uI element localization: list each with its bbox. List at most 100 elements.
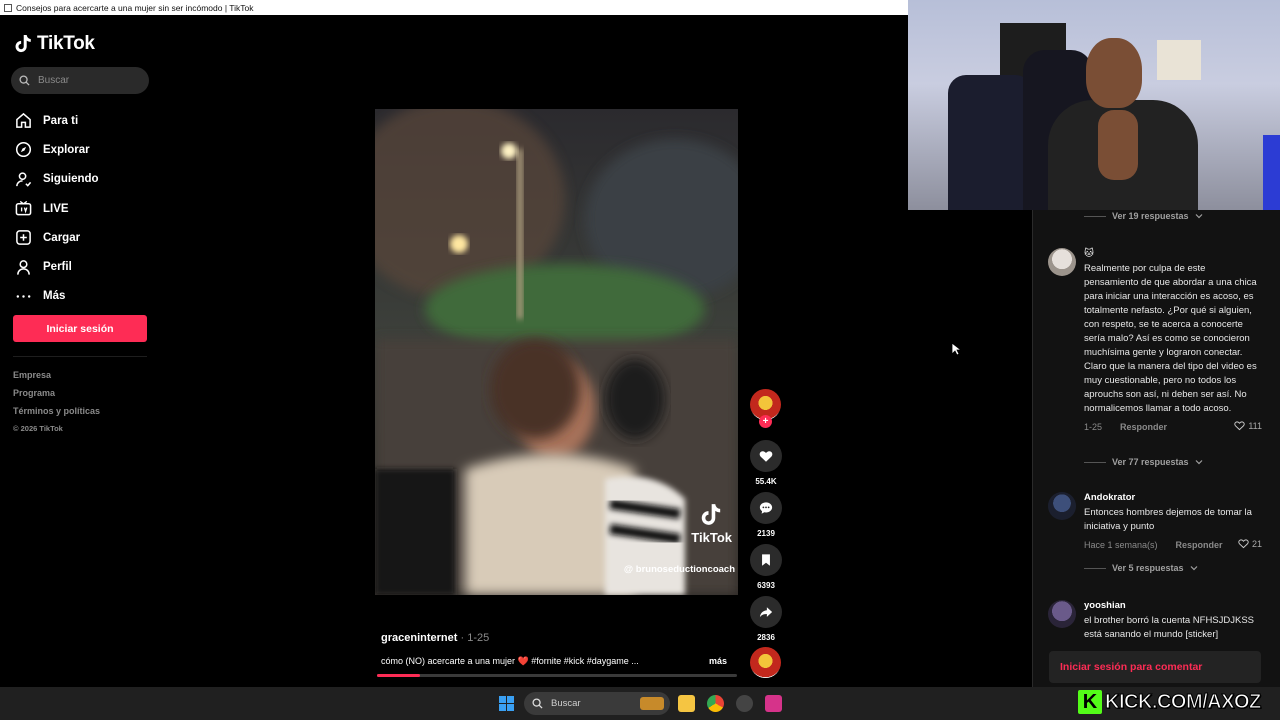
sidebar: TikTok Buscar Para ti Explorar Siguiendo… bbox=[0, 15, 160, 687]
commenter-name[interactable]: 🐱 bbox=[1084, 248, 1262, 259]
save-count: 6393 bbox=[757, 581, 775, 590]
app-icon[interactable] bbox=[765, 695, 782, 712]
comment-button[interactable] bbox=[750, 492, 782, 524]
nav-item-explorar[interactable]: Explorar bbox=[15, 135, 99, 164]
share-action[interactable]: 2836 bbox=[750, 596, 782, 642]
comment-count: 2139 bbox=[757, 529, 775, 538]
music-disc-avatar[interactable] bbox=[750, 647, 781, 678]
chevron-down-icon bbox=[1195, 214, 1202, 219]
comment-like-button[interactable]: 21 bbox=[1238, 538, 1262, 549]
search-placeholder: Buscar bbox=[38, 75, 70, 86]
replies-line bbox=[1084, 461, 1106, 463]
video-player[interactable]: TikTok @ brunoseductioncoach bbox=[375, 109, 738, 595]
comment-meta: Hace 1 semana(s) Responder 21 bbox=[1084, 538, 1262, 552]
watermark-handle: @ brunoseductioncoach bbox=[623, 564, 735, 575]
heart-outline-icon bbox=[1234, 421, 1246, 431]
tiktok-note-icon bbox=[701, 504, 720, 525]
reply-button[interactable]: Responder bbox=[1120, 422, 1167, 432]
replies-line bbox=[1084, 215, 1106, 217]
search-highlight-image bbox=[640, 697, 664, 710]
home-icon bbox=[16, 113, 31, 129]
tiktok-note-icon bbox=[15, 35, 31, 53]
comment-item: Andokrator Entonces hombres dejemos de t… bbox=[1048, 492, 1262, 554]
footer-link-empresa[interactable]: Empresa bbox=[13, 370, 100, 388]
nav-item-para-ti[interactable]: Para ti bbox=[15, 106, 99, 135]
login-to-comment-button[interactable]: Iniciar sesión para comentar bbox=[1049, 651, 1261, 683]
replies-label: Ver 77 respuestas bbox=[1112, 457, 1189, 467]
profile-icon bbox=[17, 259, 30, 275]
reply-button[interactable]: Responder bbox=[1176, 540, 1223, 550]
tiktok-logo[interactable]: TikTok bbox=[15, 33, 95, 55]
heart-icon bbox=[759, 451, 773, 462]
login-button[interactable]: Iniciar sesión bbox=[13, 315, 147, 342]
heart-outline-icon bbox=[1238, 539, 1249, 549]
nav-item-perfil[interactable]: Perfil bbox=[15, 252, 99, 281]
comment-bubble-icon bbox=[759, 502, 773, 514]
kick-channel-overlay: K KICK.COM/AXOZ bbox=[1078, 689, 1274, 715]
search-input[interactable]: Buscar bbox=[11, 67, 149, 94]
view-replies-button[interactable]: Ver 5 respuestas bbox=[1084, 563, 1198, 573]
bookmark-icon bbox=[762, 554, 770, 566]
search-icon bbox=[532, 698, 543, 709]
follow-button[interactable]: + bbox=[759, 415, 772, 428]
comment-like-count: 21 bbox=[1251, 538, 1262, 549]
nav-label: Siguiendo bbox=[43, 173, 99, 186]
webcam-overlay bbox=[908, 0, 1280, 210]
chevron-down-icon bbox=[1190, 566, 1197, 571]
video-description: cómo (NO) acercarte a una mujer ❤️ #forn… bbox=[381, 656, 639, 666]
commenter-avatar[interactable] bbox=[1048, 492, 1076, 520]
commenter-avatar[interactable] bbox=[1048, 248, 1076, 276]
comment-item: 🐱 Realmente por culpa de este pensamient… bbox=[1048, 248, 1262, 448]
nav-label: Más bbox=[43, 290, 66, 303]
comment-body: yooshian el brother borró la cuenta NFHS… bbox=[1084, 600, 1262, 642]
video-author[interactable]: graceninternet · 1-25 bbox=[381, 632, 489, 644]
comment-action[interactable]: 2139 bbox=[750, 492, 782, 538]
replies-label: Ver 5 respuestas bbox=[1112, 563, 1184, 573]
like-action[interactable]: 55.4K bbox=[750, 440, 782, 486]
obs-icon[interactable] bbox=[736, 695, 753, 712]
commenter-name[interactable]: yooshian bbox=[1084, 600, 1262, 611]
save-button[interactable] bbox=[750, 544, 782, 576]
windows-start-icon[interactable] bbox=[499, 696, 514, 711]
comment-body: 🐱 Realmente por culpa de este pensamient… bbox=[1084, 248, 1262, 434]
commenter-name[interactable]: Andokrator bbox=[1084, 492, 1262, 503]
comment-date: Hace 1 semana(s) bbox=[1084, 540, 1158, 550]
live-tv-icon bbox=[15, 200, 32, 216]
footer-link-terminos[interactable]: Términos y políticas bbox=[13, 406, 100, 424]
video-date: · 1-25 bbox=[457, 632, 490, 644]
file-explorer-icon[interactable] bbox=[678, 695, 695, 712]
taskbar-search[interactable]: Buscar bbox=[524, 692, 670, 715]
nav-item-mas[interactable]: Más bbox=[15, 282, 99, 311]
author-name[interactable]: graceninternet bbox=[381, 632, 457, 644]
chrome-icon[interactable] bbox=[707, 695, 724, 712]
kick-channel-text: KICK.COM/AXOZ bbox=[1105, 690, 1262, 713]
comment-date: 1-25 bbox=[1084, 422, 1103, 432]
share-count: 2836 bbox=[757, 633, 775, 642]
comments-panel: Ver 19 respuestas 🐱 Realmente por culpa … bbox=[1032, 210, 1280, 687]
view-replies-button[interactable]: Ver 77 respuestas bbox=[1084, 457, 1203, 467]
comment-like-button[interactable]: 111 bbox=[1234, 420, 1262, 431]
comment-text: Realmente por culpa de este pensamiento … bbox=[1084, 263, 1257, 414]
webcam-person-arm bbox=[1098, 110, 1138, 180]
nav-item-live[interactable]: LIVE bbox=[15, 194, 99, 223]
webcam-person-head bbox=[1086, 38, 1142, 108]
more-dots-icon bbox=[16, 295, 31, 298]
save-action[interactable]: 6393 bbox=[750, 544, 782, 590]
upload-plus-icon bbox=[16, 230, 31, 246]
like-button[interactable] bbox=[750, 440, 782, 472]
window-app-icon bbox=[4, 3, 12, 12]
sidebar-divider bbox=[13, 356, 147, 357]
nav-item-siguiendo[interactable]: Siguiendo bbox=[15, 165, 99, 194]
share-arrow-icon bbox=[759, 607, 773, 618]
comment-like-count: 111 bbox=[1248, 420, 1262, 431]
main-nav: Para ti Explorar Siguiendo LIVE Cargar P… bbox=[15, 106, 99, 311]
nav-item-cargar[interactable]: Cargar bbox=[15, 223, 99, 252]
more-button[interactable]: más bbox=[709, 656, 727, 666]
replies-label: Ver 19 respuestas bbox=[1112, 211, 1189, 221]
share-button[interactable] bbox=[750, 596, 782, 628]
footer-link-programa[interactable]: Programa bbox=[13, 388, 100, 406]
commenter-avatar[interactable] bbox=[1048, 600, 1076, 628]
view-replies-button[interactable]: Ver 19 respuestas bbox=[1084, 211, 1203, 221]
like-count: 55.4K bbox=[755, 477, 777, 486]
video-progress-bar[interactable] bbox=[377, 674, 737, 677]
